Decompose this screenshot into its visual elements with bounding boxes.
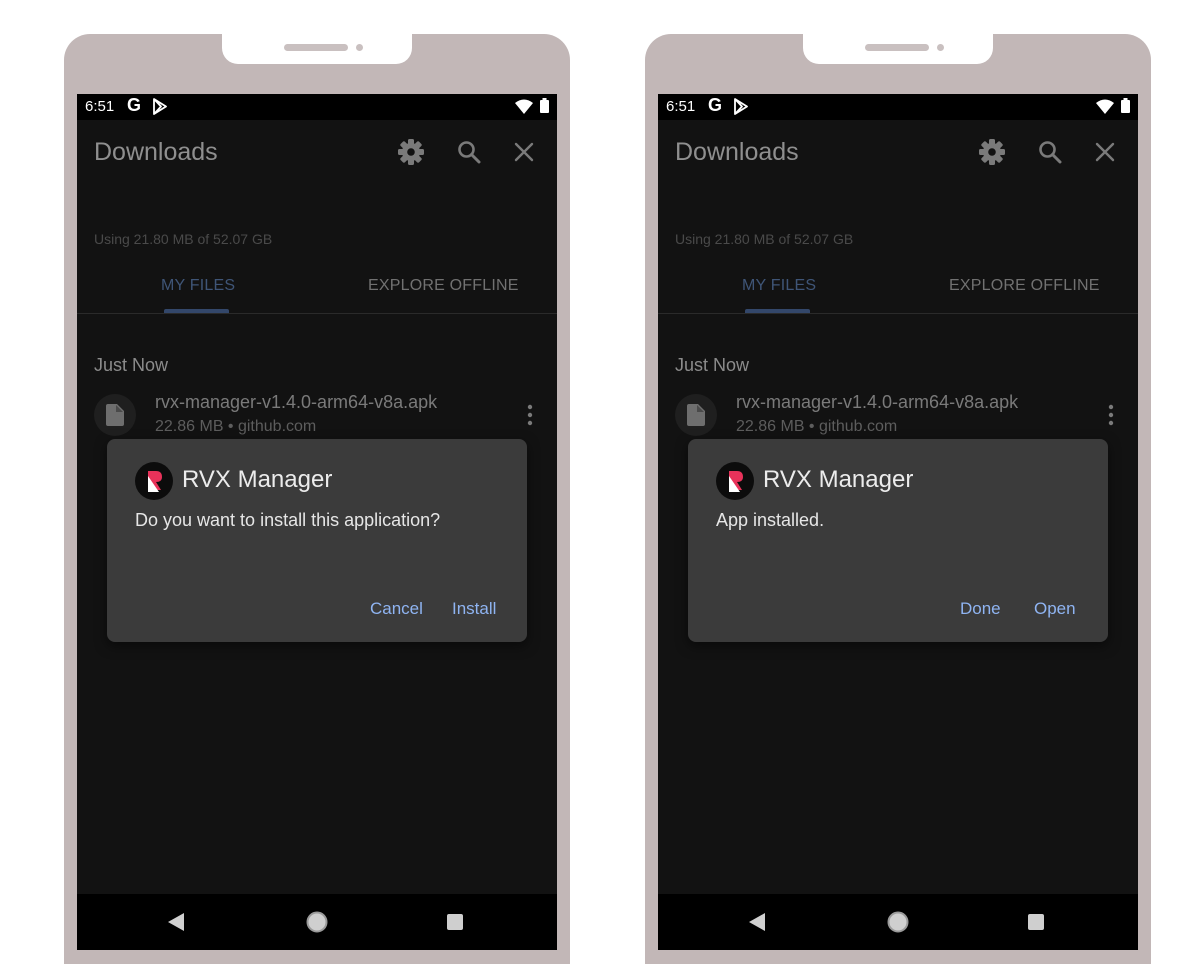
done-button[interactable]: Done (960, 599, 1001, 619)
status-bar: 6:51 G (77, 94, 557, 120)
navigation-bar (77, 894, 557, 950)
status-time: 6:51 (85, 98, 115, 115)
home-icon[interactable] (306, 911, 328, 933)
page-title: Downloads (94, 138, 218, 166)
tab-explore-offline[interactable]: EXPLORE OFFLINE (368, 277, 519, 295)
tab-divider (77, 313, 557, 314)
installed-dialog: RVX Manager App installed. Done Open (688, 439, 1108, 642)
file-icon (106, 404, 124, 426)
google-icon: G (127, 95, 142, 115)
dialog-message: App installed. (716, 510, 825, 530)
front-camera (937, 44, 944, 51)
earpiece-speaker (865, 44, 929, 51)
tab-my-files[interactable]: MY FILES (742, 277, 816, 295)
search-icon[interactable] (457, 140, 481, 164)
tab-my-files[interactable]: MY FILES (161, 277, 235, 295)
tab-divider (658, 313, 1138, 314)
dialog-title: RVX Manager (763, 466, 914, 493)
navigation-bar (658, 894, 1138, 950)
close-icon[interactable] (1095, 142, 1115, 162)
close-icon[interactable] (514, 142, 534, 162)
search-icon[interactable] (1038, 140, 1062, 164)
back-icon[interactable] (167, 912, 185, 932)
dialog-title: RVX Manager (182, 466, 333, 493)
phone-notch (222, 34, 412, 64)
storage-usage: Using 21.80 MB of 52.07 GB (94, 231, 273, 247)
file-item-icon[interactable] (94, 394, 136, 436)
earpiece-speaker (284, 44, 348, 51)
file-name[interactable]: rvx-manager-v1.4.0-arm64-v8a.apk (736, 392, 1018, 413)
file-icon (687, 404, 705, 426)
file-meta: 22.86 MB • github.com (155, 418, 317, 435)
battery-icon (540, 98, 549, 113)
status-bar: 6:51 G (658, 94, 1138, 120)
cancel-button[interactable]: Cancel (370, 599, 423, 619)
battery-icon (1121, 98, 1130, 113)
gear-icon[interactable] (397, 138, 425, 166)
front-camera (356, 44, 363, 51)
phone-notch (803, 34, 993, 64)
phone-frame-install-prompt: 6:51 G Downloads Using 21.80 MB of 52.07… (64, 34, 570, 964)
tab-explore-offline[interactable]: EXPLORE OFFLINE (949, 277, 1100, 295)
dialog-message: Do you want to install this application? (135, 510, 441, 530)
file-meta: 22.86 MB • github.com (736, 418, 898, 435)
phone-screen: 6:51 G Downloads Using 21.80 MB of 52.07… (658, 94, 1138, 950)
play-store-icon (153, 98, 167, 115)
phone-screen: 6:51 G Downloads Using 21.80 MB of 52.07… (77, 94, 557, 950)
home-icon[interactable] (887, 911, 909, 933)
back-icon[interactable] (748, 912, 766, 932)
recents-icon[interactable] (446, 913, 464, 931)
rvx-manager-logo (135, 462, 173, 500)
page-title: Downloads (675, 138, 799, 166)
install-button[interactable]: Install (452, 599, 496, 619)
section-header: Just Now (675, 355, 750, 375)
wifi-icon (515, 99, 533, 114)
file-item-icon[interactable] (675, 394, 717, 436)
file-name[interactable]: rvx-manager-v1.4.0-arm64-v8a.apk (155, 392, 437, 413)
install-dialog: RVX Manager Do you want to install this … (107, 439, 527, 642)
recents-icon[interactable] (1027, 913, 1045, 931)
rvx-manager-logo (716, 462, 754, 500)
phone-frame-installed: 6:51 G Downloads Using 21.80 MB of 52.07… (645, 34, 1151, 964)
gear-icon[interactable] (978, 138, 1006, 166)
storage-usage: Using 21.80 MB of 52.07 GB (675, 231, 854, 247)
section-header: Just Now (94, 355, 169, 375)
status-time: 6:51 (666, 98, 696, 115)
google-icon: G (708, 95, 723, 115)
more-vert-icon[interactable] (1105, 403, 1117, 427)
wifi-icon (1096, 99, 1114, 114)
play-store-icon (734, 98, 748, 115)
more-vert-icon[interactable] (524, 403, 536, 427)
open-button[interactable]: Open (1034, 599, 1076, 619)
